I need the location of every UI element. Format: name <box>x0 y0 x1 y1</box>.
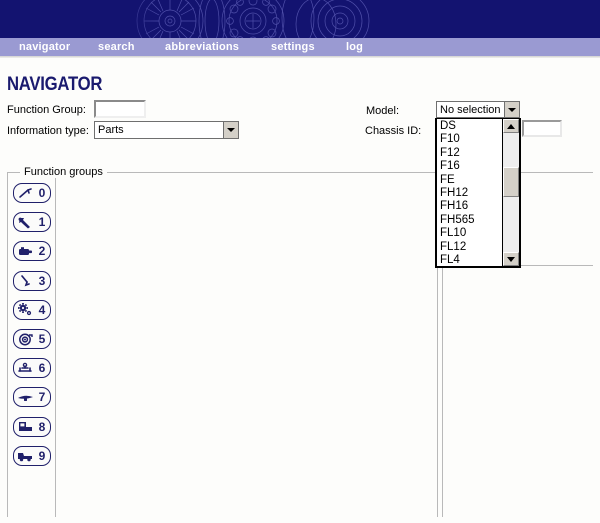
engine-icon <box>17 244 34 258</box>
function-group-input[interactable] <box>94 100 146 118</box>
model-option[interactable]: FL10 <box>439 227 502 240</box>
header-banner <box>0 0 600 38</box>
model-option[interactable]: F12 <box>439 147 502 160</box>
model-option[interactable]: F10 <box>439 133 502 146</box>
model-value: No selection <box>440 103 501 116</box>
scrollbar-thumb[interactable] <box>503 167 519 197</box>
function-group-button-3[interactable]: 3 <box>13 270 51 291</box>
function-group-button-9[interactable]: 9 <box>13 445 51 466</box>
function-group-number: 8 <box>38 419 46 434</box>
model-select[interactable]: No selection <box>436 101 520 118</box>
scrollbar-track[interactable] <box>503 133 519 252</box>
brake-disc-icon <box>17 332 34 346</box>
cab-icon <box>17 420 34 434</box>
function-group-number: 3 <box>38 273 46 288</box>
navbar-shadow <box>0 56 600 58</box>
page-title: NAVIGATOR <box>7 74 103 95</box>
blueprint-graphic-icon <box>136 0 370 38</box>
function-group-number: 9 <box>38 448 46 463</box>
chevron-down-icon[interactable] <box>504 102 519 117</box>
chassis-id-input[interactable] <box>522 120 562 137</box>
function-group-button-5[interactable]: 5 <box>13 329 51 349</box>
model-option[interactable]: FH565 <box>439 214 502 227</box>
axle-icon <box>17 361 34 375</box>
model-option[interactable]: FH16 <box>439 200 502 213</box>
model-option[interactable]: FE <box>439 174 502 187</box>
function-group-number: 6 <box>38 361 46 376</box>
function-group-button-7[interactable]: 7 <box>13 387 51 408</box>
truck-icon <box>17 449 34 463</box>
function-group-button-4[interactable]: 4 <box>13 299 51 320</box>
needle-icon <box>17 274 34 288</box>
model-option[interactable]: DS <box>439 120 502 133</box>
model-option[interactable]: FH12 <box>439 187 502 200</box>
scroll-up-button[interactable] <box>503 119 519 133</box>
chassis-id-label: Chassis ID: <box>365 125 422 137</box>
scroll-down-button[interactable] <box>503 252 519 266</box>
function-group-label: Function Group: <box>7 104 86 116</box>
model-label: Model: <box>366 105 400 117</box>
information-type-label: Information type: <box>7 125 89 137</box>
nav-item-abbreviations[interactable]: abbreviations <box>165 41 239 53</box>
nav-item-settings[interactable]: settings <box>271 41 315 53</box>
information-type-value: Parts <box>98 124 124 136</box>
model-option[interactable]: FL12 <box>439 241 502 254</box>
panel-divider-left <box>55 178 56 517</box>
information-type-select[interactable]: Parts <box>94 121 239 139</box>
navigator-application: navigator search abbreviations settings … <box>0 0 600 523</box>
function-group-button-0[interactable]: 0 <box>13 183 51 203</box>
function-group-number: 2 <box>38 244 46 259</box>
model-option[interactable]: FL4 <box>439 254 502 267</box>
nav-item-navigator[interactable]: navigator <box>19 41 70 53</box>
nav-item-search[interactable]: search <box>98 41 135 53</box>
leaf-spring-icon <box>17 390 34 404</box>
function-group-button-6[interactable]: 6 <box>13 358 51 379</box>
function-group-number: 5 <box>38 332 46 346</box>
main-navigation-bar: navigator search abbreviations settings … <box>0 38 600 56</box>
wrench-tool-icon <box>17 186 34 200</box>
panel-divider-right-inner <box>442 265 443 517</box>
model-option-list[interactable]: DS F10 F12 F16 FE FH12 FH16 FH565 FL10 FL12 FL4 <box>437 119 502 266</box>
gears-icon <box>17 303 34 317</box>
nav-item-log[interactable]: log <box>346 41 363 53</box>
model-dropdown-list[interactable]: DS F10 F12 F16 FE FH12 FH16 FH565 FL10 FL12 FL4 <box>435 118 521 268</box>
spanner-icon <box>17 215 34 229</box>
function-groups-legend: Function groups <box>20 166 107 178</box>
function-group-number: 0 <box>38 186 46 200</box>
function-group-button-1[interactable]: 1 <box>13 212 51 233</box>
function-group-number: 1 <box>38 215 46 230</box>
model-option[interactable]: F16 <box>439 160 502 173</box>
function-group-number: 4 <box>38 302 46 317</box>
function-group-button-2[interactable]: 2 <box>13 241 51 262</box>
dropdown-scrollbar[interactable] <box>502 119 519 266</box>
function-group-button-8[interactable]: 8 <box>13 416 51 437</box>
chevron-down-icon[interactable] <box>223 122 238 138</box>
function-group-number: 7 <box>38 390 46 405</box>
